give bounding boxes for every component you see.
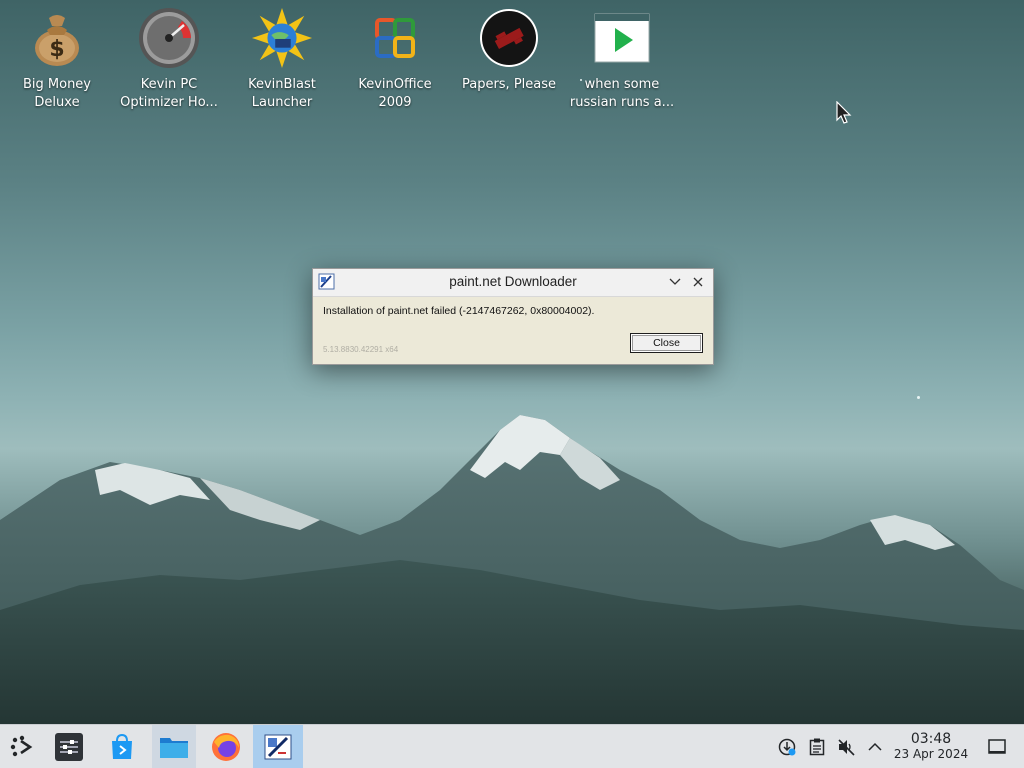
icon-label: KevinBlast Launcher [248,77,316,110]
discover-store-icon [112,733,132,759]
task-discover[interactable] [100,725,144,768]
speedometer-icon [137,6,201,70]
svg-text:$: $ [49,37,64,62]
office-logo-icon [363,6,427,70]
papers-please-icon [477,6,541,70]
icon-label: when some russian runs a... [569,77,675,110]
network-update-icon[interactable] [777,737,797,757]
system-settings-icon [55,732,83,761]
money-bag-icon: $ [25,6,89,70]
icon-label: KevinOffice 2009 [358,77,432,110]
close-icon[interactable] [690,274,706,290]
task-file-manager[interactable] [152,725,196,768]
paintnet-downloader-dialog: paint.net Downloader Installation of pai… [312,268,714,365]
clipboard-icon[interactable] [807,737,827,757]
icon-label: Papers, Please [461,77,557,92]
desktop-icon-kevinblast-launcher[interactable]: KevinBlast Launcher [227,6,337,112]
taskbar: 03:48 23 Apr 2024 [0,724,1024,768]
show-hidden-icon[interactable] [865,737,885,757]
show-desktop-icon[interactable] [987,737,1007,757]
desktop-icon-kevin-pc-optimizer[interactable]: Kevin PC Optimizer Ho... [114,6,224,112]
task-firefox[interactable] [204,725,248,768]
video-play-icon [590,6,654,70]
clock-time: 03:48 [910,731,952,747]
application-launcher-icon [10,735,33,756]
desktop-icon-kevinoffice-2009[interactable]: KevinOffice 2009 [340,6,450,112]
digital-clock[interactable]: 03:48 23 Apr 2024 [888,731,974,762]
close-button[interactable]: Close [630,333,703,353]
task-paintnet[interactable] [253,725,303,768]
dialog-title: paint.net Downloader [449,274,577,289]
desktop-icon-papers-please[interactable]: Papers, Please [454,6,564,94]
blast-globe-icon [250,6,314,70]
mouse-cursor-icon [836,101,852,124]
application-launcher-button[interactable] [0,725,44,768]
volume-muted-icon[interactable] [836,737,856,757]
minimize-chevron-icon[interactable] [667,274,683,290]
dialog-titlebar[interactable]: paint.net Downloader [313,269,713,297]
desktop[interactable]: $ Big Money Deluxe Kevin PC Optimizer Ho… [0,0,1024,724]
task-system-settings[interactable] [47,725,91,768]
clock-date: 23 Apr 2024 [893,747,969,761]
version-text: 5.13.8830.42291 x64 [323,345,399,354]
desktop-icon-russian-video[interactable]: when some russian runs a... [567,6,677,112]
paintnet-icon [264,734,292,759]
star [917,396,920,399]
desktop-icon-big-money-deluxe[interactable]: $ Big Money Deluxe [2,6,112,112]
file-manager-icon [160,737,188,758]
icon-label: Kevin PC Optimizer Ho... [120,77,218,110]
error-message: Installation of paint.net failed (-21474… [323,305,595,317]
firefox-icon [212,732,240,761]
icon-label: Big Money Deluxe [22,77,91,110]
